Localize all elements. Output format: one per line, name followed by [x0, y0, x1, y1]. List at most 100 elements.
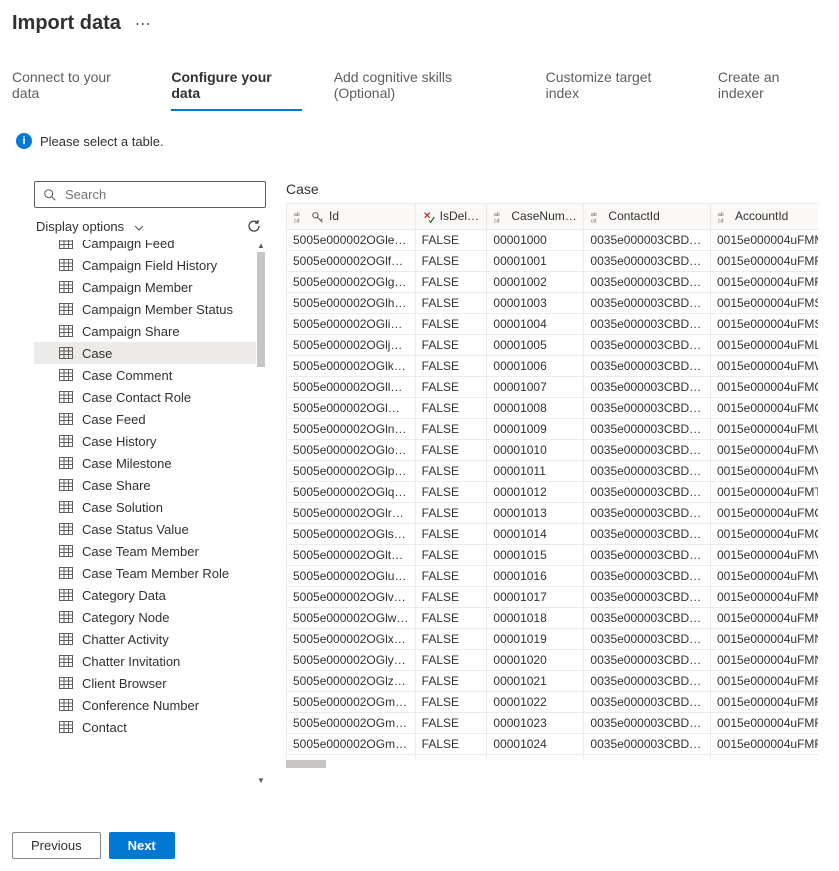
tab-step-0[interactable]: Connect to your data [12, 63, 139, 111]
table-h-scrollbar[interactable] [286, 759, 818, 769]
cell-contact: 0035e000003CBDdA... [584, 419, 711, 440]
sidebar-item-category-node[interactable]: Category Node [34, 606, 256, 628]
sidebar-item-campaign-field-history[interactable]: Campaign Field History [34, 254, 256, 276]
search-icon [43, 188, 57, 202]
sidebar-item-contact[interactable]: Contact [34, 716, 256, 738]
sidebar-item-label: Chatter Invitation [82, 654, 180, 669]
table-row[interactable]: 5005e000002OGlqAAGFALSE000010120035e0000… [287, 482, 819, 503]
cell-account: 0015e000004uFMNA... [710, 629, 818, 650]
more-menu-icon[interactable]: ⋯ [135, 14, 151, 34]
sidebar-item-case-milestone[interactable]: Case Milestone [34, 452, 256, 474]
key-icon [311, 210, 325, 224]
cell-id: 5005e000002OGlrAAG [287, 503, 416, 524]
sidebar-item-campaign-member-status[interactable]: Campaign Member Status [34, 298, 256, 320]
table-icon [58, 565, 74, 581]
table-row[interactable]: 5005e000002OGllAAGFALSE000010070035e0000… [287, 377, 819, 398]
sidebar-item-case-feed[interactable]: Case Feed [34, 408, 256, 430]
display-options-toggle[interactable]: Display options [36, 219, 144, 234]
cell-id: 5005e000002OGltAAG [287, 545, 416, 566]
sidebar-item-case-comment[interactable]: Case Comment [34, 364, 256, 386]
refresh-icon[interactable] [246, 218, 262, 234]
tab-step-4[interactable]: Create an indexer [718, 63, 827, 111]
table-row[interactable]: 5005e000002OGm0A...FALSE000010220035e000… [287, 692, 819, 713]
sidebar-item-chatter-invitation[interactable]: Chatter Invitation [34, 650, 256, 672]
sidebar-scrollbar[interactable]: ▲ ▼ [256, 240, 266, 785]
sidebar-item-case-solution[interactable]: Case Solution [34, 496, 256, 518]
table-row[interactable]: 5005e000002OGlnAAGFALSE000010090035e0000… [287, 419, 819, 440]
search-input[interactable] [63, 186, 257, 203]
column-header-accountid[interactable]: abcdAccountId [710, 204, 818, 230]
column-header-contactid[interactable]: abcdContactId [584, 204, 711, 230]
table-row[interactable]: 5005e000002OGlwAAGFALSE000010180035e0000… [287, 608, 819, 629]
sidebar-item-label: Campaign Member [82, 280, 193, 295]
svg-text:cd: cd [591, 218, 597, 224]
string-type-icon: abcd [717, 210, 731, 224]
sidebar-item-label: Campaign Feed [82, 240, 175, 251]
table-row[interactable]: 5005e000002OGleAAGFALSE000010000035e0000… [287, 230, 819, 251]
table-row[interactable]: 5005e000002OGm1A...FALSE000010230035e000… [287, 713, 819, 734]
cell-contact: 0035e000003CBDgA... [584, 566, 711, 587]
sidebar-item-campaign-feed[interactable]: Campaign Feed [34, 240, 256, 254]
wizard-tabs: Connect to your data Configure your data A… [12, 63, 827, 111]
table-row[interactable]: 5005e000002OGlyAAGFALSE000010200035e0000… [287, 650, 819, 671]
table-icon [58, 653, 74, 669]
table-row[interactable]: 5005e000002OGlrAAGFALSE000010130035e0000… [287, 503, 819, 524]
tab-step-3[interactable]: Customize target index [546, 63, 686, 111]
sidebar-item-case-history[interactable]: Case History [34, 430, 256, 452]
cell-account: 0015e000004uFMMA... [710, 608, 818, 629]
cell-account: 0015e000004uFMQA... [710, 377, 818, 398]
sidebar-item-category-data[interactable]: Category Data [34, 584, 256, 606]
search-input-wrapper[interactable] [34, 181, 266, 208]
h-scroll-thumb[interactable] [286, 760, 326, 768]
sidebar-item-chatter-activity[interactable]: Chatter Activity [34, 628, 256, 650]
table-row[interactable]: 5005e000002OGloAAGFALSE000010100035e0000… [287, 440, 819, 461]
cell-contact: 0035e000003CBDbA... [584, 482, 711, 503]
cell-cn: 00001022 [487, 692, 584, 713]
table-row[interactable]: 5005e000002OGlkAAGFALSE000010060035e0000… [287, 356, 819, 377]
cell-contact: 0035e000003CBDSAA4 [584, 650, 711, 671]
sidebar-item-case-share[interactable]: Case Share [34, 474, 256, 496]
svg-text:ab: ab [494, 212, 500, 218]
sidebar-item-conference-number[interactable]: Conference Number [34, 694, 256, 716]
cell-cn: 00001023 [487, 713, 584, 734]
table-row[interactable]: 5005e000002OGltAAGFALSE000010150035e0000… [287, 545, 819, 566]
cell-contact: 0035e000003CBDZAA4 [584, 314, 711, 335]
table-row[interactable]: 5005e000002OGlfAAGFALSE000010010035e0000… [287, 251, 819, 272]
cell-id: 5005e000002OGlmAAG [287, 398, 416, 419]
sidebar-item-case-status-value[interactable]: Case Status Value [34, 518, 256, 540]
table-row[interactable]: 5005e000002OGlxAAGFALSE000010190035e0000… [287, 629, 819, 650]
next-button[interactable]: Next [109, 832, 175, 859]
sidebar-item-case-contact-role[interactable]: Case Contact Role [34, 386, 256, 408]
page-title: Import data [12, 12, 121, 35]
table-row[interactable]: 5005e000002OGlsAAGFALSE000010140035e0000… [287, 524, 819, 545]
sidebar-item-client-browser[interactable]: Client Browser [34, 672, 256, 694]
table-icon [58, 609, 74, 625]
table-row[interactable]: 5005e000002OGlgAAGFALSE000010020035e0000… [287, 272, 819, 293]
table-row[interactable]: 5005e000002OGlmAAGFALSE000010080035e0000… [287, 398, 819, 419]
previous-button[interactable]: Previous [12, 832, 101, 859]
table-row[interactable]: 5005e000002OGlpAAGFALSE000010110035e0000… [287, 461, 819, 482]
sidebar-item-campaign-member[interactable]: Campaign Member [34, 276, 256, 298]
table-row[interactable]: 5005e000002OGlvAAGFALSE000010170035e0000… [287, 587, 819, 608]
column-header-isdeleted[interactable]: IsDeleted [415, 204, 487, 230]
tab-step-1[interactable]: Configure your data [171, 63, 301, 111]
scroll-up-icon[interactable]: ▲ [256, 240, 266, 250]
tab-step-2[interactable]: Add cognitive skills (Optional) [334, 63, 514, 111]
sidebar-item-campaign-share[interactable]: Campaign Share [34, 320, 256, 342]
table-icon [58, 587, 74, 603]
scroll-down-icon[interactable]: ▼ [256, 775, 266, 785]
sidebar-item-case[interactable]: Case [34, 342, 256, 364]
table-row[interactable]: 5005e000002OGljAAGFALSE000010050035e0000… [287, 335, 819, 356]
column-header-casenumber[interactable]: abcdCaseNumber [487, 204, 584, 230]
table-row[interactable]: 5005e000002OGlhAAGFALSE000010030035e0000… [287, 293, 819, 314]
cell-id: 5005e000002OGlvAAG [287, 587, 416, 608]
table-row[interactable]: 5005e000002OGm2A...FALSE000010240035e000… [287, 734, 819, 755]
table-row[interactable]: 5005e000002OGliAAGFALSE000010040035e0000… [287, 314, 819, 335]
column-header-id[interactable]: abcdId [287, 204, 416, 230]
table-row[interactable]: 5005e000002OGluAAGFALSE000010160035e0000… [287, 566, 819, 587]
table-row[interactable]: 5005e000002OGlzAAGFALSE000010210035e0000… [287, 671, 819, 692]
cell-del: FALSE [415, 524, 487, 545]
sidebar-item-case-team-member-role[interactable]: Case Team Member Role [34, 562, 256, 584]
scroll-thumb[interactable] [257, 252, 265, 367]
sidebar-item-case-team-member[interactable]: Case Team Member [34, 540, 256, 562]
